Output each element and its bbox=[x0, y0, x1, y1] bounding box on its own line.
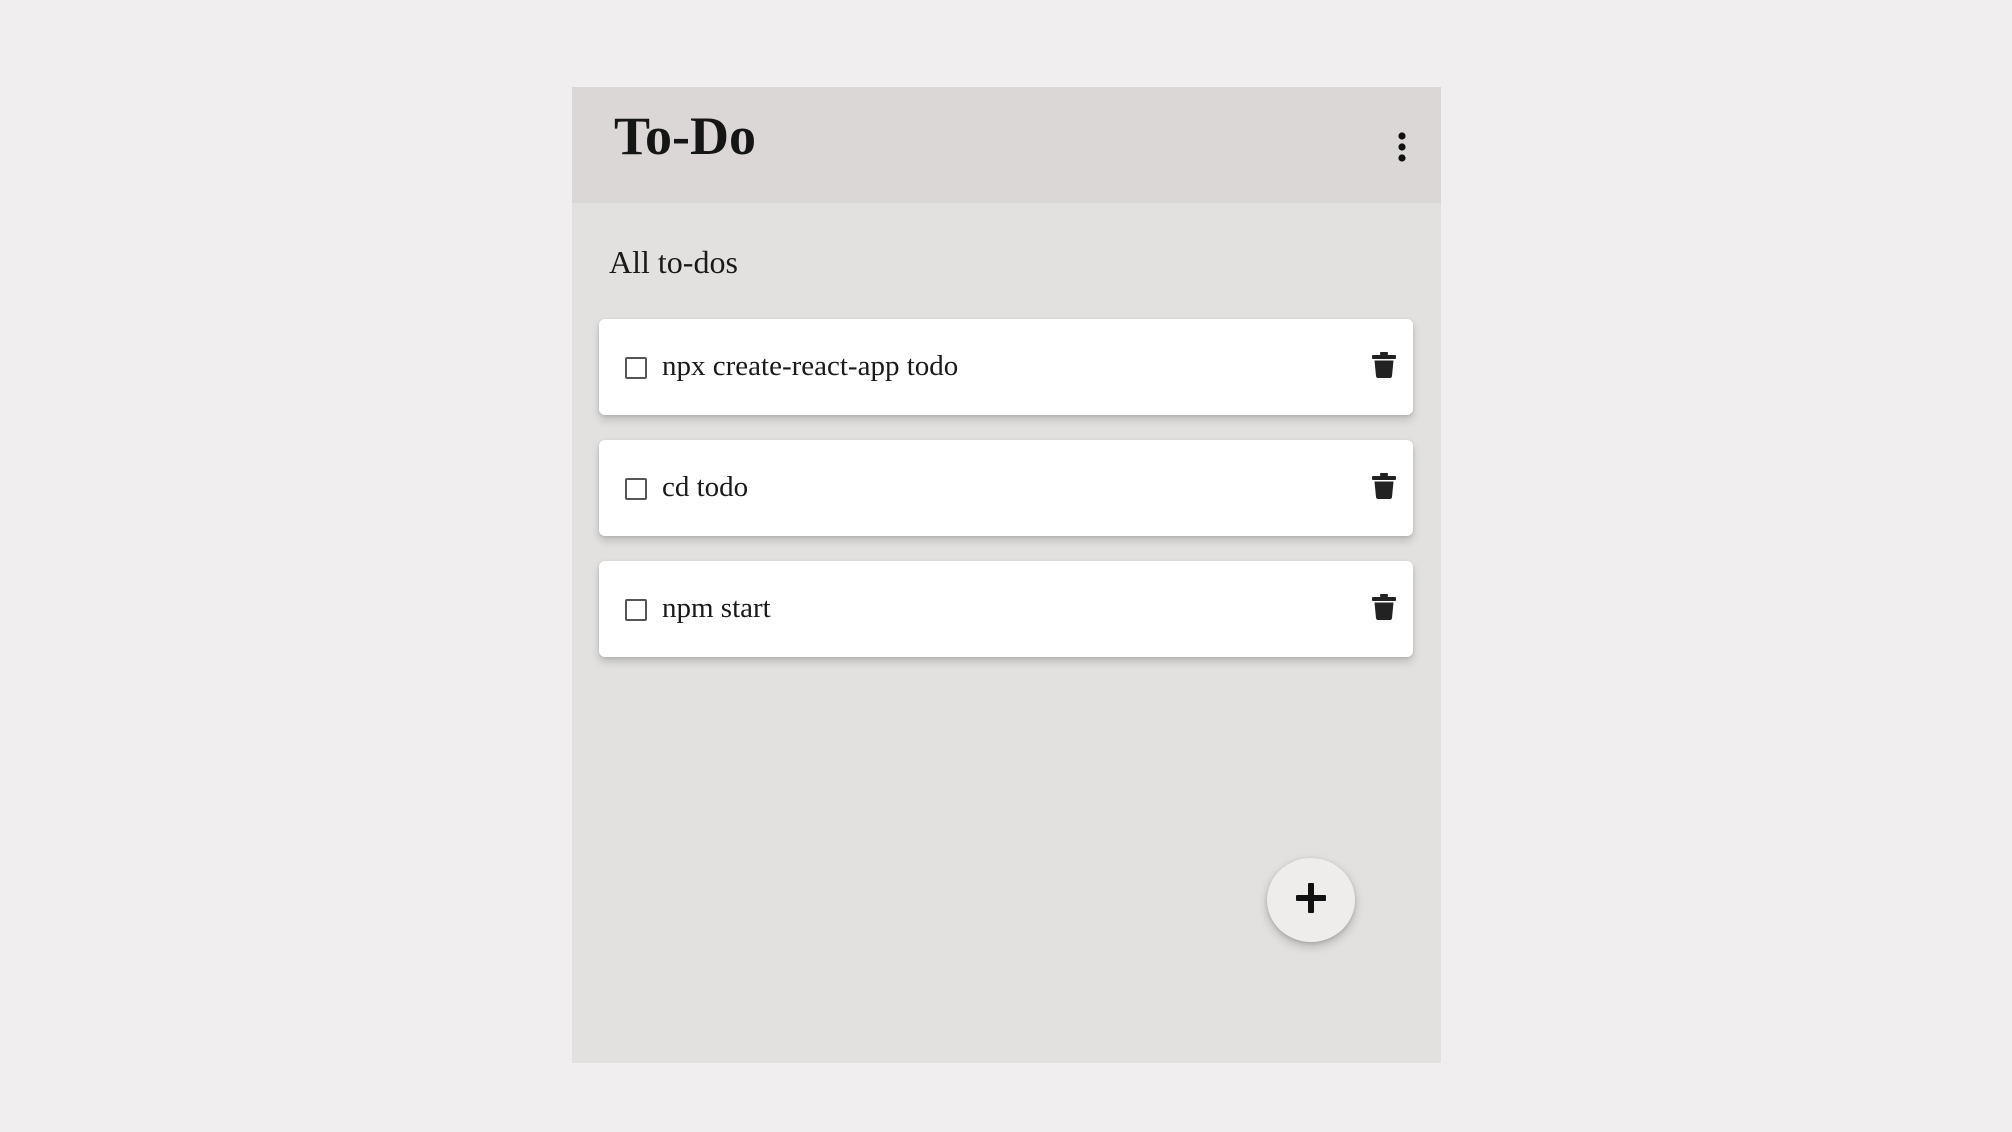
app-title: To-Do bbox=[614, 106, 757, 166]
trash-icon bbox=[1372, 351, 1396, 383]
delete-button[interactable] bbox=[1369, 593, 1399, 625]
delete-button[interactable] bbox=[1369, 472, 1399, 504]
trash-icon bbox=[1372, 593, 1396, 625]
section-heading: All to-dos bbox=[609, 244, 738, 280]
plus-icon bbox=[1294, 881, 1328, 920]
todo-item: cd todo bbox=[599, 440, 1413, 536]
trash-icon bbox=[1372, 472, 1396, 504]
todo-text: npm start bbox=[662, 592, 771, 624]
menu-button[interactable] bbox=[1378, 125, 1426, 173]
todo-text: npx create-react-app todo bbox=[662, 350, 959, 382]
todo-app: To-Do All to-dos npx create-react-app to… bbox=[572, 87, 1441, 1063]
todo-item: npx create-react-app todo bbox=[599, 319, 1413, 415]
todo-text: cd todo bbox=[662, 471, 749, 503]
add-todo-button[interactable] bbox=[1267, 858, 1355, 942]
app-header: To-Do bbox=[572, 87, 1441, 203]
todo-checkbox[interactable] bbox=[625, 357, 647, 379]
todo-checkbox[interactable] bbox=[625, 599, 647, 621]
more-vertical-icon bbox=[1396, 131, 1408, 167]
todo-item: npm start bbox=[599, 561, 1413, 657]
todo-list: npx create-react-app todo cd todo npm st… bbox=[599, 319, 1413, 682]
delete-button[interactable] bbox=[1369, 351, 1399, 383]
todo-checkbox[interactable] bbox=[625, 478, 647, 500]
